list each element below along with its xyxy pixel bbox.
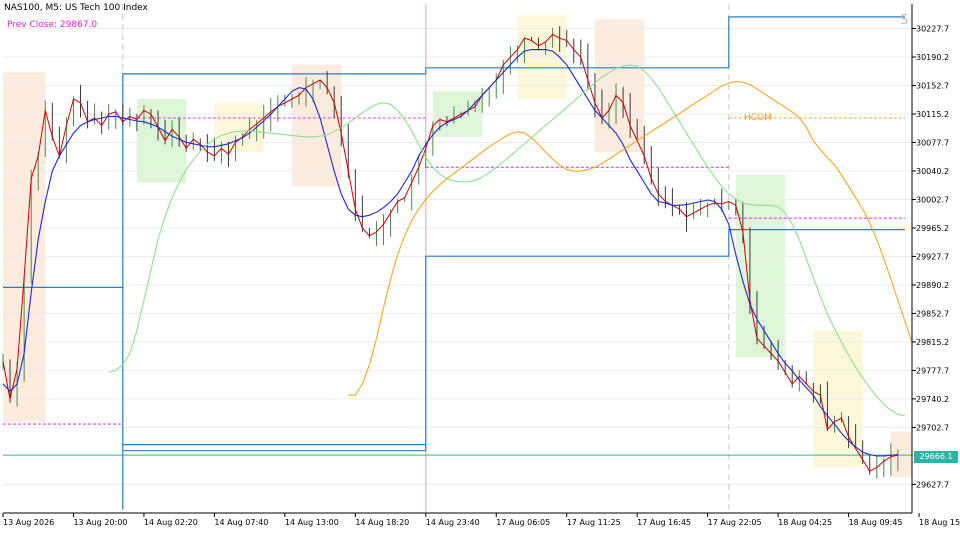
- price-tick-label: 29702.7: [916, 423, 949, 432]
- time-tick-label: 17 Aug 22:05: [708, 518, 762, 527]
- time-tick-label: 17 Aug 06:05: [496, 518, 550, 527]
- price-tick-label: 29627.7: [916, 480, 949, 489]
- price-tick-label: 29852.7: [916, 309, 949, 318]
- price-tick-label: 29927.7: [916, 252, 949, 261]
- price-tick-label: 30227.7: [916, 25, 949, 34]
- time-tick-label: 13 Aug 20:00: [73, 518, 127, 527]
- time-tick-label: 14 Aug 23:40: [426, 518, 480, 527]
- time-tick-label: 18 Aug 09:45: [849, 518, 903, 527]
- time-tick-label: 13 Aug 2026: [3, 518, 54, 527]
- price-tick-label: 29890.2: [916, 281, 949, 290]
- time-tick-label: 14 Aug 18:20: [355, 518, 409, 527]
- time-tick-label: 18 Aug 04:25: [778, 518, 832, 527]
- time-tick-label: 14 Aug 13:00: [285, 518, 339, 527]
- prev-close-label: Prev Close: 29867.0: [7, 20, 98, 30]
- time-tick-label: 17 Aug 16:45: [637, 518, 691, 527]
- time-tick-label: 14 Aug 02:20: [144, 518, 198, 527]
- price-tick-label: 29965.2: [916, 224, 949, 233]
- chart-title: NAS100, M5: US Tech 100 Index: [4, 3, 148, 13]
- chart-root: 30227.7 30190.2 30152.7 30115.2 30077.7 30040…: [0, 0, 960, 533]
- session-boxes: [3, 15, 912, 478]
- price-tick-label: 30115.2: [916, 110, 949, 119]
- price-tick-label: 30002.7: [916, 195, 949, 204]
- hcom-label: HCOM: [744, 113, 772, 123]
- price-tick-label: 29777.7: [916, 366, 949, 375]
- price-tick-label: 30190.2: [916, 53, 949, 62]
- time-tick-label: 18 Aug 15:05: [919, 518, 960, 527]
- price-tick-label: 29740.2: [916, 395, 949, 404]
- time-axis: 13 Aug 2026 13 Aug 20:00 14 Aug 02:20 14 Au…: [2, 512, 960, 527]
- watermark-label: S: [900, 13, 909, 28]
- price-tick-label: 30152.7: [916, 82, 949, 91]
- chart-svg: 30227.7 30190.2 30152.7 30115.2 30077.7 30040…: [2, 4, 960, 527]
- price-tick-label: 30040.2: [916, 167, 949, 176]
- price-axis: 30227.7 30190.2 30152.7 30115.2 30077.7 30040…: [911, 4, 949, 513]
- price-tick-label: 30077.7: [916, 138, 949, 147]
- current-price-tag: 29666.1: [914, 451, 958, 463]
- time-tick-label: 17 Aug 11:25: [567, 518, 621, 527]
- price-tick-label: 29815.2: [916, 338, 949, 347]
- time-tick-label: 14 Aug 07:40: [214, 518, 268, 527]
